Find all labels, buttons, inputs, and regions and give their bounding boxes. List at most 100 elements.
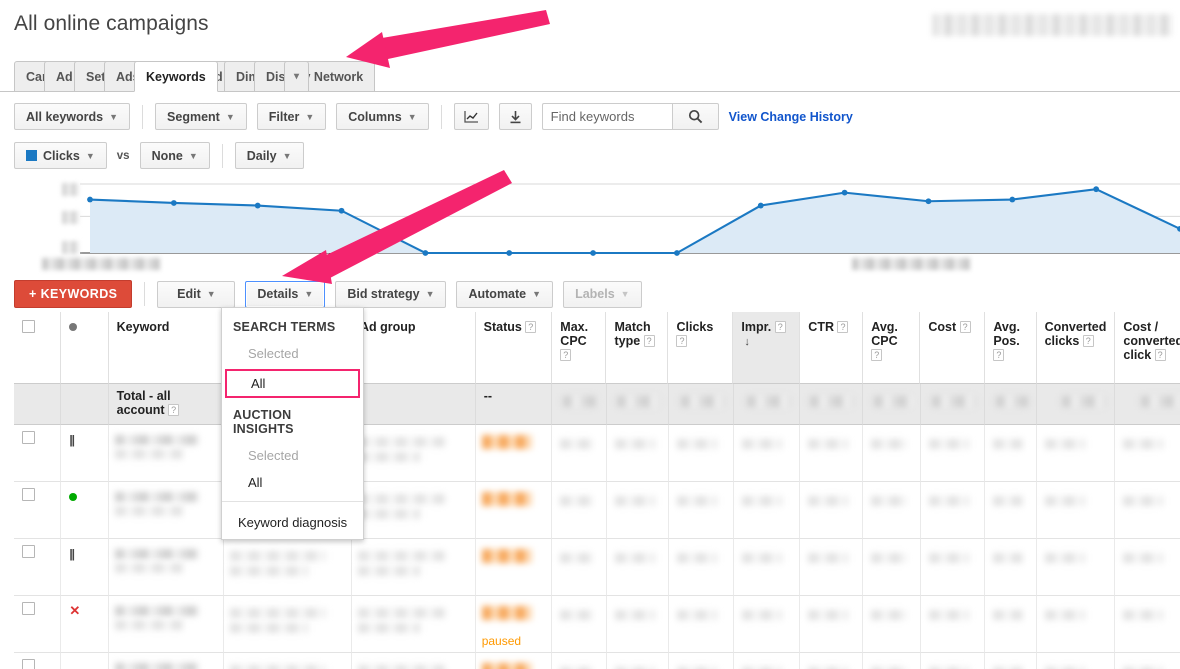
add-keywords-label: + KEYWORDS [29,287,118,301]
help-icon[interactable]: ? [1082,335,1094,347]
chart-data-point [254,202,261,209]
menu-item-keyword-diagnosis[interactable]: Keyword diagnosis [222,507,363,539]
add-keywords-button[interactable]: + KEYWORDS [14,280,133,308]
table-row[interactable] [14,653,1180,669]
automate-dropdown[interactable]: Automate ▼ [456,280,554,308]
details-dropdown[interactable]: Details ▼ [245,280,326,308]
column-header-cost[interactable]: Cost ? [920,312,986,384]
status-value-blurred [481,663,532,669]
view-change-history-link[interactable]: View Change History [729,110,853,124]
help-icon[interactable]: ? [774,321,786,333]
cell-max_cpc [552,425,607,482]
cell-avg_pos [985,653,1037,669]
help-icon[interactable]: ? [1154,349,1166,361]
column-header-ad_group[interactable]: Ad group [352,312,476,384]
table-row[interactable] [14,482,1180,539]
granularity-dropdown[interactable]: Daily ▼ [234,142,304,169]
sort-desc-icon[interactable]: ↓ [744,336,750,348]
row-checkbox[interactable] [22,602,35,615]
tab-keywords[interactable]: Keywords [134,61,218,92]
compare-metric-dropdown[interactable]: None ▼ [139,142,210,169]
column-header-keyword[interactable]: Keyword [108,312,225,384]
help-icon[interactable]: ? [560,349,572,361]
pause-icon[interactable]: || [69,547,75,561]
download-button[interactable] [498,103,532,130]
column-header-status[interactable]: Status ? [475,312,553,384]
cell-checkbox [14,539,62,596]
cell-match_type [606,482,669,539]
columns-label: Columns [348,109,402,124]
table-row[interactable]: || [14,539,1180,596]
column-header-cost_per_converted_click[interactable]: Cost / converted click ? [1115,312,1180,384]
cell-status [475,653,553,669]
column-header-max_cpc[interactable]: Max. CPC ? [552,312,607,384]
chart-svg [80,183,1180,256]
column-header-ctr[interactable]: CTR ? [800,312,864,384]
help-icon[interactable]: ? [993,349,1005,361]
help-icon[interactable]: ? [168,404,180,416]
performance-chart[interactable] [40,180,1180,265]
filter-label: Filter [268,109,300,124]
cell-keyword [108,425,225,482]
search-input[interactable]: Find keywords [541,103,672,130]
column-header-match_type[interactable]: Match type ? [606,312,669,384]
cell-clicks [668,539,734,596]
edit-dropdown[interactable]: Edit ▼ [157,280,236,308]
select-all-checkbox[interactable] [22,320,35,333]
chart-data-point [674,250,680,256]
menu-item-all[interactable]: All [222,469,363,496]
help-icon[interactable]: ? [525,321,537,333]
cell-campaign [224,653,353,669]
column-header-avg_cpc[interactable]: Avg. CPC ? [863,312,921,384]
status-value-blurred [481,606,532,620]
total-value-blurred [616,396,660,407]
cell-value-blurred [1044,610,1085,620]
download-icon [510,110,521,123]
chevron-down-icon: ▼ [188,150,198,161]
row-checkbox[interactable] [22,431,35,444]
table-row[interactable]: || [14,425,1180,482]
help-icon[interactable]: ? [676,335,688,347]
tab--[interactable]: ▾ [284,61,310,92]
row-checkbox[interactable] [22,545,35,558]
removed-x-icon[interactable]: ✕ [69,603,80,618]
filter-dropdown[interactable]: Filter ▼ [256,103,327,130]
pause-icon[interactable]: || [69,433,75,447]
columns-dropdown[interactable]: Columns ▼ [336,103,429,130]
column-header-clicks[interactable]: Clicks ? [668,312,734,384]
ad-group-value-blurred [358,494,447,504]
keyword-value-blurred [114,549,199,559]
column-header-status_dot[interactable] [61,312,109,384]
column-header-avg_pos[interactable]: Avg. Pos. ? [985,312,1037,384]
table-total-row: Total - all account ? -- [14,384,1180,425]
table-row[interactable]: ✕ paused [14,596,1180,653]
column-header-converted_clicks[interactable]: Converted clicks ? [1036,312,1116,384]
cell-avg_pos [985,482,1037,539]
active-dot-icon[interactable] [69,493,78,501]
cell-max_cpc [552,653,607,669]
keyword-search: Find keywords [541,103,719,130]
row-checkbox[interactable] [22,659,35,669]
column-header-checkbox[interactable] [14,312,62,384]
details-dropdown-menu[interactable]: SEARCH TERMS Selected All AUCTION INSIGHTS S… [221,307,364,540]
automate-label: Automate [468,287,527,301]
bid-strategy-dropdown[interactable]: Bid strategy ▼ [335,280,447,308]
column-header-impr[interactable]: Impr. ? ↓ [733,312,801,384]
cell-cost_per_converted_click [1115,539,1180,596]
help-icon[interactable]: ? [959,321,971,333]
keyword-value-blurred [114,663,199,669]
tab-display-network[interactable]: Display Network [254,61,376,92]
segment-dropdown[interactable]: Segment ▼ [155,103,247,130]
row-checkbox[interactable] [22,488,35,501]
menu-item-all[interactable]: All [225,369,360,398]
primary-metric-dropdown[interactable]: Clicks ▼ [14,142,107,169]
metric-color-swatch [26,150,37,161]
total-cell-cost [920,384,986,425]
help-icon[interactable]: ? [837,321,849,333]
help-icon[interactable]: ? [643,335,655,347]
search-button[interactable] [671,103,719,130]
chart-toggle-button[interactable] [453,103,489,130]
all-keywords-dropdown[interactable]: All keywords ▼ [14,103,131,130]
page-title: All online campaigns [14,12,209,35]
help-icon[interactable]: ? [871,349,883,361]
